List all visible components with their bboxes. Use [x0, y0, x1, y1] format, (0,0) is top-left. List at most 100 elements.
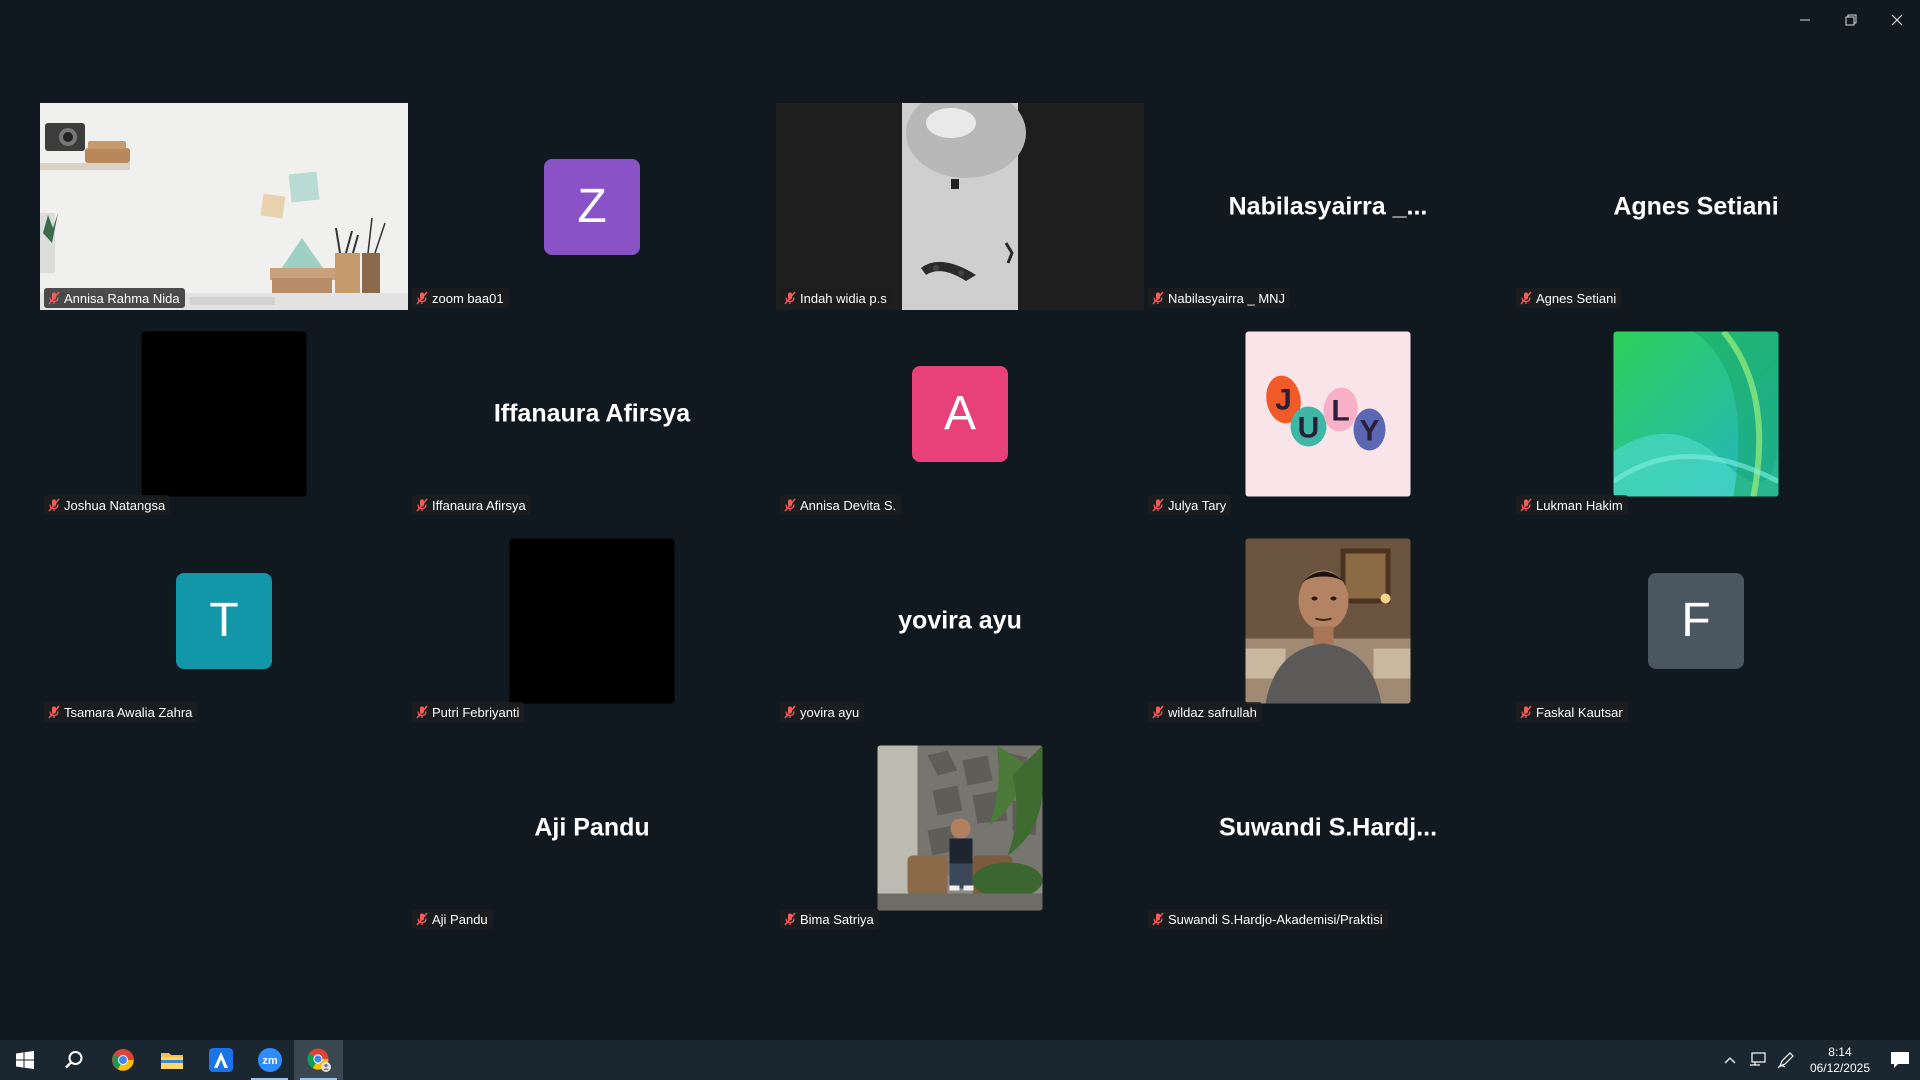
participant-name-label: Julya Tary — [1148, 495, 1232, 515]
participant-name: Bima Satriya — [800, 911, 874, 927]
taskbar-chrome-profile[interactable] — [294, 1040, 343, 1080]
search-button[interactable] — [49, 1040, 98, 1080]
mic-muted-icon — [416, 291, 428, 305]
participant-tile[interactable]: Putri Febriyanti — [408, 517, 776, 724]
arc-app-icon — [208, 1048, 233, 1072]
participant-tile[interactable]: Nabilasyairra _... Nabilasyairra _ MNJ — [1144, 103, 1512, 310]
restore-icon — [1845, 14, 1857, 26]
participant-tile[interactable]: Suwandi S.Hardj... Suwandi S.Hardjo-Akad… — [1144, 724, 1512, 931]
participant-name: Faskal Kautsar — [1536, 704, 1623, 720]
mic-muted-icon — [1520, 705, 1532, 719]
start-button[interactable] — [0, 1040, 49, 1080]
participant-display-name: Aji Pandu — [534, 813, 650, 841]
mic-muted-icon — [1520, 498, 1532, 512]
close-icon — [1891, 14, 1903, 26]
participant-tile[interactable]: wildaz safrullah — [1144, 517, 1512, 724]
participant-name-label: Annisa Rahma Nida — [44, 288, 185, 308]
svg-text:zm: zm — [262, 1055, 278, 1067]
window-controls — [1782, 0, 1920, 40]
participant-name: Indah widia p.s — [800, 290, 887, 306]
participant-tile[interactable]: Agnes Setiani Agnes Setiani — [1512, 103, 1880, 310]
participant-name-label: wildaz safrullah — [1148, 702, 1262, 722]
clock-time: 8:14 — [1828, 1045, 1852, 1059]
participant-tile[interactable]: F Faskal Kautsar — [1512, 517, 1880, 724]
taskbar-arc-app[interactable] — [196, 1040, 245, 1080]
participant-name-label: Iffanaura Afirsya — [412, 495, 531, 515]
mic-muted-icon — [784, 912, 796, 926]
mic-muted-icon — [416, 705, 428, 719]
taskbar-clock[interactable]: 8:14 06/12/2025 — [1800, 1044, 1880, 1076]
participant-name: Suwandi S.Hardjo-Akademisi/Praktisi — [1168, 911, 1383, 927]
participant-name-label: Aji Pandu — [412, 909, 493, 929]
participant-tile[interactable]: Aji Pandu Aji Pandu — [408, 724, 776, 931]
participant-avatar: A — [912, 365, 1008, 462]
participant-name: yovira ayu — [800, 704, 860, 720]
participant-tile[interactable]: Z zoom baa01 — [408, 103, 776, 310]
search-icon — [64, 1051, 82, 1069]
notification-count: 1 — [1908, 1062, 1914, 1073]
participant-tile[interactable]: Bima Satriya — [776, 724, 1144, 931]
notification-icon — [1891, 1052, 1909, 1068]
participant-tile[interactable]: J U L Y Julya Tary — [1144, 310, 1512, 517]
participant-avatar: F — [1648, 572, 1744, 669]
taskbar-file-explorer[interactable] — [147, 1040, 196, 1080]
participant-name-label: Indah widia p.s — [780, 288, 892, 308]
participant-tile[interactable]: Annisa Rahma Nida — [40, 103, 408, 310]
mic-muted-icon — [416, 498, 428, 512]
mic-muted-icon — [1520, 291, 1532, 305]
network-button[interactable] — [1744, 1040, 1772, 1080]
participant-name-label: Bima Satriya — [780, 909, 879, 929]
participant-tile[interactable]: Iffanaura Afirsya Iffanaura Afirsya — [408, 310, 776, 517]
participant-video — [776, 103, 1144, 310]
participant-profile-picture — [141, 331, 307, 496]
participant-name-label: yovira ayu — [780, 702, 865, 722]
participant-tile[interactable]: Indah widia p.s — [776, 103, 1144, 310]
notification-center-button[interactable]: 1 — [1880, 1040, 1920, 1080]
participant-profile-picture: J U L Y — [1245, 331, 1411, 496]
participant-display-name: Agnes Setiani — [1613, 192, 1779, 220]
participant-profile-picture — [1245, 538, 1411, 703]
participant-name-label: Lukman Hakim — [1516, 495, 1628, 515]
participant-video — [40, 103, 408, 310]
participant-tile[interactable]: Lukman Hakim — [1512, 310, 1880, 517]
participant-name-label: Agnes Setiani — [1516, 288, 1622, 308]
participant-name-label: Annisa Devita S. — [780, 495, 902, 515]
windows-taskbar: zm 8:14 06/12/2025 1 — [0, 1040, 1920, 1080]
participant-name: Joshua Natangsa — [64, 497, 166, 513]
participant-name-label: zoom baa01 — [412, 288, 509, 308]
svg-text:J: J — [1275, 383, 1292, 416]
participant-name: Lukman Hakim — [1536, 497, 1623, 513]
mic-muted-icon — [1152, 498, 1164, 512]
participant-avatar: Z — [544, 158, 640, 255]
close-button[interactable] — [1874, 0, 1920, 40]
participant-tile[interactable]: T Tsamara Awalia Zahra — [40, 517, 408, 724]
participant-display-name: yovira ayu — [898, 606, 1022, 634]
pen-button[interactable] — [1772, 1040, 1800, 1080]
participant-display-name: Suwandi S.Hardj... — [1218, 813, 1438, 841]
mic-muted-icon — [1152, 912, 1164, 926]
participant-tile[interactable]: Joshua Natangsa — [40, 310, 408, 517]
restore-button[interactable] — [1828, 0, 1874, 40]
gallery-grid: Annisa Rahma Nida Z zoom baa01 Indah widi… — [40, 103, 1880, 931]
participant-name: zoom baa01 — [432, 290, 504, 306]
participant-display-name: Iffanaura Afirsya — [493, 399, 691, 427]
participant-profile-picture — [1613, 331, 1779, 496]
file-explorer-icon — [160, 1053, 183, 1069]
taskbar-chrome[interactable] — [98, 1040, 147, 1080]
participant-name: Tsamara Awalia Zahra — [64, 704, 193, 720]
participant-avatar: T — [176, 572, 272, 669]
participant-profile-picture — [509, 538, 675, 703]
show-hidden-icons-button[interactable] — [1716, 1040, 1744, 1080]
participant-tile[interactable]: A Annisa Devita S. — [776, 310, 1144, 517]
taskbar-zoom[interactable]: zm — [245, 1040, 294, 1080]
participant-name: Annisa Devita S. — [800, 497, 897, 513]
participant-display-name: Nabilasyairra _... — [1228, 192, 1428, 220]
participant-tile[interactable]: yovira ayu yovira ayu — [776, 517, 1144, 724]
zoom-icon: zm — [257, 1048, 282, 1072]
participant-name: Aji Pandu — [432, 911, 488, 927]
pen-icon — [1777, 1052, 1794, 1069]
minimize-button[interactable] — [1782, 0, 1828, 40]
svg-text:U: U — [1298, 411, 1320, 444]
windows-start-icon — [15, 1051, 34, 1069]
chrome-icon — [111, 1049, 134, 1071]
